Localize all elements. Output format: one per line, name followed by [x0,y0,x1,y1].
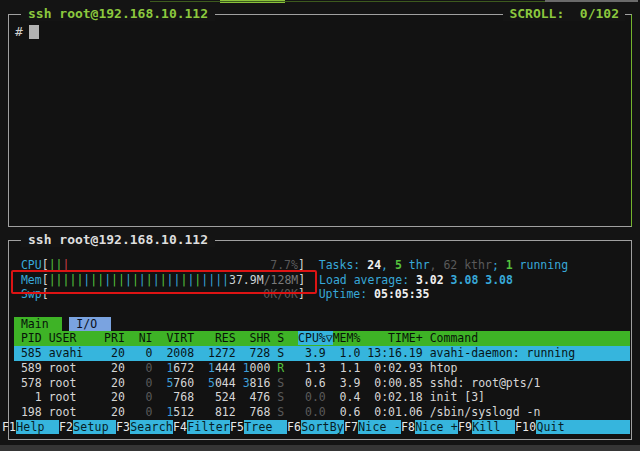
process-row[interactable]: 1 root 20 0 768 524 476 S 0.0 0.4 0:02.1… [14,390,630,405]
fkey-label-f6[interactable]: SortBy [301,420,344,435]
pane-top: ssh root@192.168.10.112 SCROLL: 0/102 # [8,14,632,227]
function-key-bar: F1Help F2Setup F3SearchF4FilterF5Tree F6… [2,420,630,435]
fkey-bar-fill [579,420,630,435]
shell-prompt: # [15,24,23,39]
swp-meter-value: 0K/0K [263,287,298,301]
cursor-block [29,25,39,39]
fkey-label-f9[interactable]: Kill [472,420,515,435]
column-header-pri: PRI [104,331,125,345]
process-row[interactable]: 589 root 20 0 1672 1444 1000 R 1.3 1.1 0… [14,361,630,376]
pane-bottom: ssh root@192.168.10.112 CPU[||| 7.7%] Ta… [8,240,632,440]
tasks-summary: Tasks: 24, 5 thr, 62 kthr; 1 running [319,258,568,272]
mem-meter: Mem[||||||||||||||||||||||||||37.9M/128M… [14,273,630,288]
fkey-f6[interactable]: F6 [287,420,301,435]
fkey-label-f1[interactable]: Help [16,420,59,435]
swp-meter: Swp[ 0K/0K] Uptime: 05:05:35 [14,287,630,302]
fkey-label-f3[interactable]: Search [130,420,173,435]
fkey-label-f4[interactable]: Filter [187,420,230,435]
fkey-label-f7[interactable]: Nice - [358,420,401,435]
fkey-label-f2[interactable]: Setup [73,420,116,435]
fkey-f3[interactable]: F3 [116,420,130,435]
htop-blank-line [14,242,630,258]
fkey-f1[interactable]: F1 [2,420,16,435]
bottom-bar [0,445,640,451]
process-table-header[interactable]: PID USER PRI NI VIRT RES SHR S CPU%▽MEM%… [14,331,630,346]
fkey-f7[interactable]: F7 [344,420,358,435]
fkey-label-f10[interactable]: Quit [536,420,579,435]
column-header-virt: VIRT [159,331,194,345]
column-header-ni: NI [132,331,153,345]
htop-screen: CPU[||| 7.7%] Tasks: 24, 5 thr, 62 kthr;… [14,242,630,438]
load-average: Load average: 3.02 3.08 3.08 [319,273,513,287]
htop-blank-line-2 [14,302,630,317]
fkey-f8[interactable]: F8 [401,420,415,435]
scroll-indicator: SCROLL: 0/102 [503,6,625,21]
process-row[interactable]: 198 root 20 0 1512 812 768 S 0.0 0.6 0:0… [14,405,630,420]
column-header-pid: PID [14,331,42,345]
column-header-shr: SHR [243,331,271,345]
column-header-res: RES [201,331,236,345]
column-header-time: TIME+ [367,331,422,345]
fkey-f2[interactable]: F2 [59,420,73,435]
uptime: Uptime: 05:05:35 [319,287,430,301]
fkey-label-f8[interactable]: Nice + [415,420,458,435]
process-row[interactable]: 578 root 20 0 5760 5044 3816 S 0.6 3.9 0… [14,376,630,391]
fkey-f4[interactable]: F4 [173,420,187,435]
pane-top-title: ssh root@192.168.10.112 [21,6,215,21]
cpu-meter: CPU[||| 7.7%] Tasks: 24, 5 thr, 62 kthr;… [14,258,630,273]
cpu-meter-value: 7.7% [270,258,298,272]
column-header-cpu: CPU% [298,331,326,345]
top-artifact-gray [545,0,638,2]
fkey-f5[interactable]: F5 [230,420,244,435]
fkey-f10[interactable]: F10 [515,420,536,435]
mem-used-value: 37.9M [229,273,264,287]
tab-io[interactable]: I/O [69,317,111,331]
column-header-command: Command [430,331,478,345]
column-header-user: USER [49,331,104,345]
column-header-mem: MEM% [333,331,361,345]
sort-arrow-icon: ▽ [326,331,333,345]
fkey-f9[interactable]: F9 [458,420,472,435]
tab-main[interactable]: Main [14,317,62,331]
shell-prompt-line[interactable]: # [15,24,39,39]
mem-total-value: /128M [264,273,299,287]
fkey-label-f5[interactable]: Tree [244,420,287,435]
htop-tabs: Main I/O [14,317,630,332]
process-row[interactable]: 585 avahi 20 0 2008 1272 728 S 3.9 1.0 1… [14,346,630,361]
terminal-screen: ssh root@192.168.10.112 SCROLL: 0/102 # … [0,0,640,451]
top-artifact-line [150,1,550,2]
